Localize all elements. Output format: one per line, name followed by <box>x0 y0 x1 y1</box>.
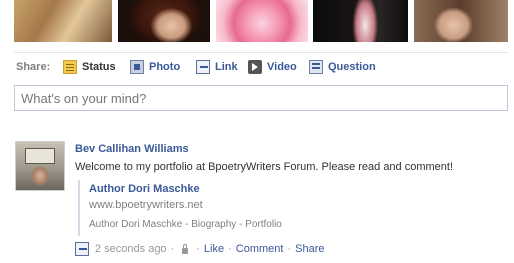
meta-separator: · <box>170 243 175 255</box>
attachment-title-link[interactable]: Author Dori Maschke <box>89 183 200 195</box>
link-attachment: Author Dori Maschke www.bpoetrywriters.n… <box>78 180 508 236</box>
share-link[interactable]: Share <box>295 243 324 255</box>
photo-strip <box>14 0 508 42</box>
timestamp[interactable]: 2 seconds ago <box>95 243 167 255</box>
meta-separator: · <box>228 243 232 255</box>
lock-icon[interactable] <box>182 244 189 254</box>
meta-separator: · <box>287 243 292 255</box>
share-photo-label: Photo <box>149 61 181 73</box>
share-question-tab[interactable]: Question <box>309 58 376 76</box>
question-icon <box>309 60 323 74</box>
comment-link[interactable]: Comment <box>236 243 284 255</box>
photo-icon <box>130 60 144 74</box>
share-bar: Share: Status Photo Link Video Question <box>16 58 506 76</box>
share-video-label: Video <box>267 61 297 73</box>
avatar-window <box>25 148 55 164</box>
meta-separator: · <box>196 243 200 255</box>
attachment-url: www.bpoetrywriters.net <box>89 199 203 211</box>
link-icon <box>196 60 210 74</box>
share-link-label: Link <box>215 61 238 73</box>
feed-story: Bev Callihan Williams Welcome to my port… <box>14 141 508 263</box>
author-avatar[interactable] <box>15 141 65 191</box>
story-message: Welcome to my portfolio at BpoetryWriter… <box>75 161 454 173</box>
share-status-tab[interactable]: Status <box>63 58 116 76</box>
status-icon <box>63 60 77 74</box>
share-label: Share: <box>16 61 51 73</box>
photo-thumbnail-5[interactable] <box>414 0 508 42</box>
share-photo-tab[interactable]: Photo <box>130 58 180 76</box>
photo-thumbnail-3[interactable] <box>216 0 308 42</box>
share-link-tab[interactable]: Link <box>196 58 238 76</box>
photo-thumbnail-1[interactable] <box>14 0 112 42</box>
attachment-description: Author Dori Maschke - Biography - Portfo… <box>89 219 282 230</box>
share-divider <box>14 52 508 53</box>
link-icon[interactable] <box>75 242 89 256</box>
video-icon <box>248 60 262 74</box>
photo-thumbnail-2[interactable] <box>118 0 210 42</box>
share-question-label: Question <box>328 61 376 73</box>
story-meta: 2 seconds ago · · Like · Comment · Share <box>75 241 324 257</box>
share-status-label: Status <box>82 61 116 73</box>
status-composer-input[interactable] <box>14 85 508 111</box>
like-link[interactable]: Like <box>204 243 224 255</box>
author-name-link[interactable]: Bev Callihan Williams <box>75 143 189 155</box>
photo-thumbnail-4[interactable] <box>313 0 408 42</box>
share-video-tab[interactable]: Video <box>248 58 297 76</box>
